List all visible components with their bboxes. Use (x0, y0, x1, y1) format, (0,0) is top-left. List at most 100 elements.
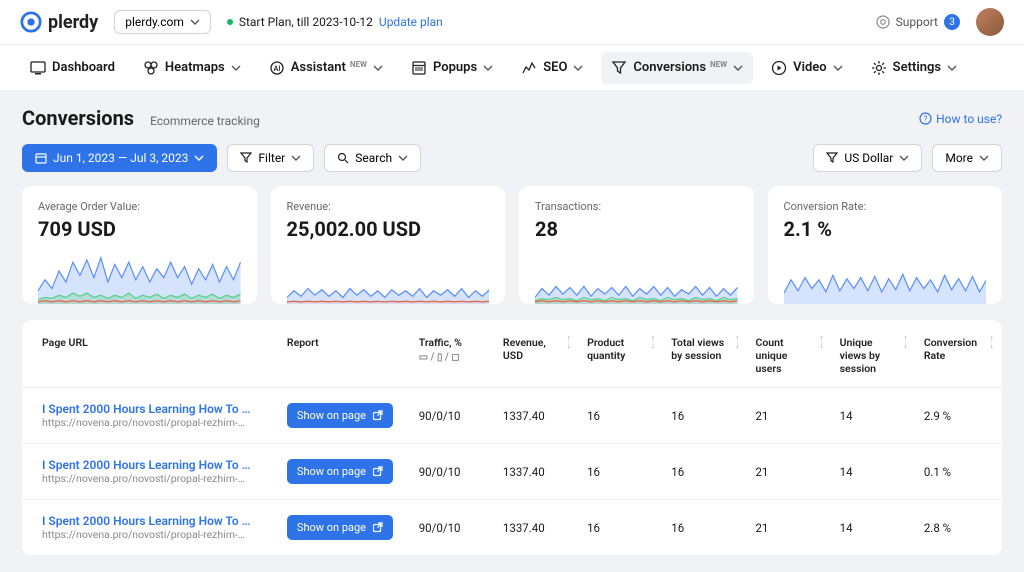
page-link[interactable]: I Spent 2000 Hours Learning How To Learn… (42, 458, 252, 472)
cell-quantity: 16 (579, 388, 663, 444)
new-badge: NEW (710, 60, 727, 69)
cell-revenue: 1337.40 (495, 500, 579, 556)
plan-info: Start Plan, till 2023-10-12 Update plan (227, 15, 443, 29)
page-link[interactable]: I Spent 2000 Hours Learning How To Learn… (42, 402, 252, 416)
filter-button[interactable]: Filter (227, 144, 314, 172)
nav-conversions[interactable]: Conversions NEW (601, 52, 753, 84)
chevron-down-icon (373, 63, 383, 73)
page-url: https://novena.pro/novosti/propal-rezhim… (42, 528, 252, 541)
page-subtitle: Ecommerce tracking (150, 114, 260, 128)
col-traffic[interactable]: Traffic, %▭ / ▯ / ◻ (411, 320, 495, 388)
col-views[interactable]: Total views by session↑↓ (663, 320, 747, 388)
update-plan-link[interactable]: Update plan (379, 15, 443, 29)
cell-traffic: 90/0/10 (411, 388, 495, 444)
currency-button[interactable]: US Dollar (813, 144, 922, 172)
filter-icon (240, 152, 252, 164)
support-link[interactable]: Support 3 (876, 14, 960, 30)
cell-unique-views: 14 (832, 444, 916, 500)
show-on-page-button[interactable]: Show on page (287, 459, 393, 484)
metric-card: Revenue: 25,002.00 USD (271, 186, 506, 304)
metric-card: Conversion Rate: 2.1 % (768, 186, 1003, 304)
search-button[interactable]: Search (324, 144, 421, 172)
cell-traffic: 90/0/10 (411, 444, 495, 500)
table-row: I Spent 2000 Hours Learning How To Learn… (22, 444, 1002, 500)
popups-icon (411, 60, 427, 76)
chevron-down-icon (979, 153, 989, 163)
sparkline-chart (38, 249, 241, 304)
conversions-icon (611, 60, 627, 76)
chevron-down-icon (190, 17, 200, 27)
col-users[interactable]: Count unique users↑↓ (747, 320, 831, 388)
nav-assistant[interactable]: AI Assistant NEW (259, 52, 393, 84)
chevron-down-icon (231, 63, 241, 73)
support-icon (876, 15, 890, 29)
cell-revenue: 1337.40 (495, 444, 579, 500)
search-icon (337, 152, 349, 164)
cell-views: 16 (663, 444, 747, 500)
chevron-down-icon (194, 153, 204, 163)
external-link-icon (372, 410, 383, 421)
nav-seo[interactable]: SEO (511, 52, 593, 84)
help-icon: ? (919, 112, 932, 125)
nav-popups[interactable]: Popups (401, 52, 503, 84)
metric-label: Conversion Rate: (784, 200, 987, 213)
metric-label: Revenue: (287, 200, 490, 213)
cell-traffic: 90/0/10 (411, 500, 495, 556)
assistant-icon: AI (269, 60, 285, 76)
domain-selector[interactable]: plerdy.com (114, 10, 211, 34)
metric-value: 709 USD (38, 217, 241, 241)
cell-users: 21 (747, 444, 831, 500)
cell-unique-views: 14 (832, 388, 916, 444)
cell-cr: 2.9 % (916, 388, 1002, 444)
metric-value: 2.1 % (784, 217, 987, 241)
logo[interactable]: plerdy (20, 11, 98, 33)
video-icon (771, 60, 787, 76)
cell-quantity: 16 (579, 500, 663, 556)
heatmaps-icon (143, 60, 159, 76)
dashboard-icon (30, 60, 46, 76)
nav-dashboard[interactable]: Dashboard (20, 52, 125, 84)
nav-heatmaps[interactable]: Heatmaps (133, 52, 251, 84)
calendar-icon (35, 152, 47, 164)
svg-text:AI: AI (273, 65, 280, 73)
date-range-button[interactable]: Jun 1, 2023 — Jul 3, 2023 (22, 144, 217, 172)
col-unique-views[interactable]: Unique views by session↑↓ (832, 320, 916, 388)
nav-settings[interactable]: Settings (861, 52, 967, 84)
metric-label: Average Order Value: (38, 200, 241, 213)
sparkline-chart (287, 249, 490, 304)
show-on-page-button[interactable]: Show on page (287, 515, 393, 540)
metric-value: 28 (535, 217, 738, 241)
sparkline-chart (784, 249, 987, 304)
table-row: I Spent 2000 Hours Learning How To Learn… (22, 500, 1002, 556)
how-to-use-link[interactable]: ? How to use? (919, 112, 1002, 126)
col-url[interactable]: Page URL (22, 320, 279, 388)
settings-icon (871, 60, 887, 76)
chevron-down-icon (733, 63, 743, 73)
metric-label: Transactions: (535, 200, 738, 213)
external-link-icon (372, 522, 383, 533)
col-quantity[interactable]: Product quantity↑↓ (579, 320, 663, 388)
col-report[interactable]: Report (279, 320, 411, 388)
svg-text:?: ? (924, 115, 928, 124)
show-on-page-button[interactable]: Show on page (287, 403, 393, 428)
sparkline-chart (535, 249, 738, 304)
plan-text: Start Plan, till 2023-10-12 (239, 15, 373, 29)
chevron-down-icon (899, 153, 909, 163)
chevron-down-icon (291, 153, 301, 163)
table-row: I Spent 2000 Hours Learning How To Learn… (22, 388, 1002, 444)
external-link-icon (372, 466, 383, 477)
chevron-down-icon (483, 63, 493, 73)
cell-revenue: 1337.40 (495, 388, 579, 444)
chevron-down-icon (573, 63, 583, 73)
page-link[interactable]: I Spent 2000 Hours Learning How To Learn… (42, 514, 252, 528)
nav-video[interactable]: Video (761, 52, 853, 84)
more-button[interactable]: More (932, 144, 1002, 172)
col-cr[interactable]: Conversion Rate↑↓ (916, 320, 1002, 388)
chevron-down-icon (398, 153, 408, 163)
col-revenue[interactable]: Revenue, USD↑↓ (495, 320, 579, 388)
new-badge: NEW (350, 60, 367, 69)
cell-views: 16 (663, 388, 747, 444)
avatar[interactable] (976, 8, 1004, 36)
cell-cr: 0.1 % (916, 444, 1002, 500)
support-badge: 3 (944, 14, 960, 30)
